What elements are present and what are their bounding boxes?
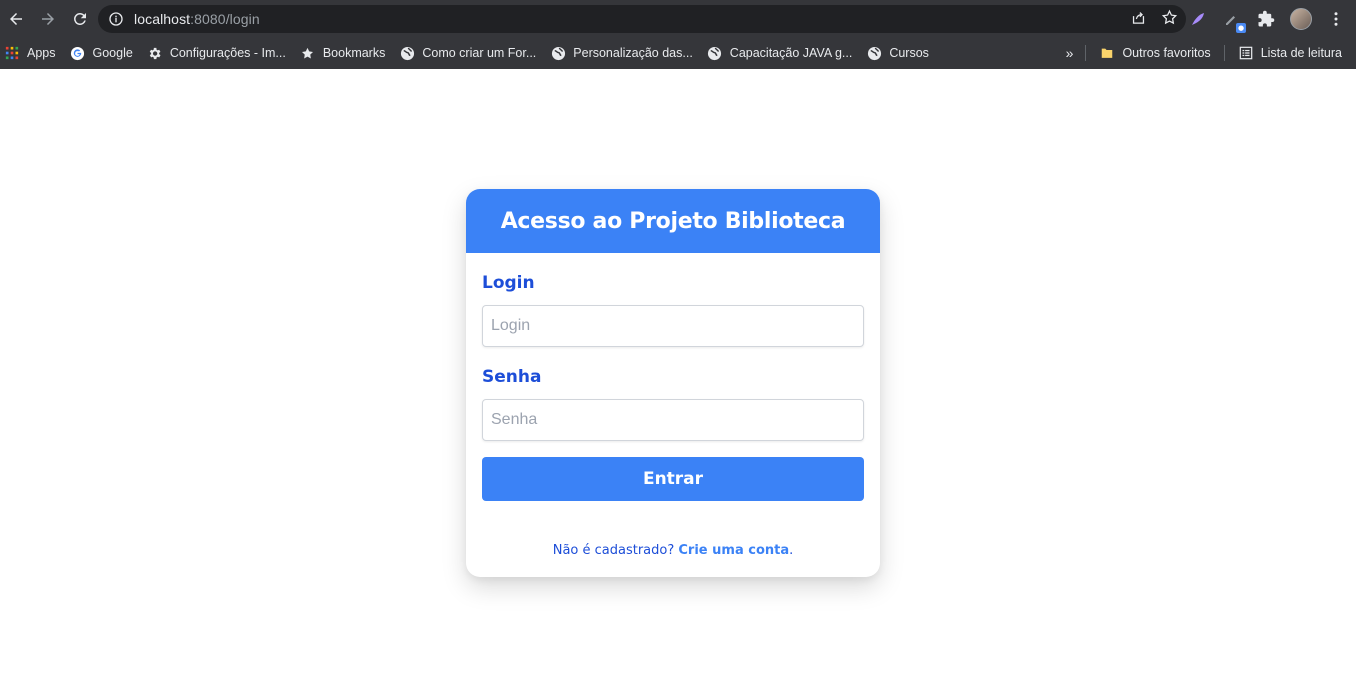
arrow-right-icon: [42, 12, 54, 25]
puzzle-icon[interactable]: [1256, 9, 1276, 29]
password-input[interactable]: [482, 399, 864, 441]
bookmarks-overflow-button[interactable]: »: [1058, 45, 1080, 61]
bookmark-capacitacao-java[interactable]: Capacitação JAVA g...: [700, 39, 860, 67]
bookmark-google[interactable]: Google: [63, 39, 140, 67]
bookmark-label: Lista de leitura: [1260, 46, 1342, 60]
star-icon: [300, 45, 316, 61]
feather-extension-icon[interactable]: [1188, 9, 1208, 29]
globe-icon: [550, 45, 566, 61]
bookmark-label: Google: [92, 46, 133, 60]
bookmark-star-icon[interactable]: [1161, 9, 1178, 26]
login-label: Login: [482, 273, 535, 293]
bookmark-personalizacao[interactable]: Personalização das...: [543, 39, 700, 67]
bookmark-configuracoes[interactable]: Configurações - Im...: [140, 39, 293, 67]
bookmark-label: Configurações - Im...: [169, 46, 286, 60]
back-button[interactable]: [0, 4, 32, 34]
globe-icon: [399, 45, 415, 61]
bookmarks-right-group: » Outros favoritos Lista de leitura: [1058, 37, 1356, 69]
reload-icon: [74, 12, 86, 25]
bookmark-bookmarks[interactable]: Bookmarks: [293, 39, 393, 67]
reload-button[interactable]: [64, 4, 96, 34]
card-header: Acesso ao Projeto Biblioteca: [466, 189, 880, 253]
login-card: Acesso ao Projeto Biblioteca Login Senha…: [466, 189, 880, 577]
pen-extension-icon[interactable]: ●: [1222, 9, 1246, 33]
bookmark-label: Capacitação JAVA g...: [729, 46, 853, 60]
extension-badge: ●: [1236, 23, 1246, 33]
bookmark-label: Como criar um For...: [422, 46, 537, 60]
signup-prompt-text: Não é cadastrado?: [552, 543, 679, 558]
google-icon: [70, 45, 86, 61]
globe-icon: [866, 45, 882, 61]
apps-grid-icon: [4, 45, 20, 61]
url-text: localhost:8080/login: [134, 11, 260, 27]
bookmark-como-criar[interactable]: Como criar um For...: [392, 39, 543, 67]
separator: [1085, 45, 1087, 61]
login-form: Login Senha Entrar Não é cadastrado? Cri…: [466, 253, 880, 577]
profile-avatar[interactable]: [1290, 8, 1312, 30]
login-input[interactable]: [482, 305, 864, 347]
bookmark-label: Bookmarks: [322, 46, 386, 60]
signup-prompt: Não é cadastrado? Crie uma conta.: [466, 543, 880, 558]
bookmark-label: Outros favoritos: [1122, 46, 1211, 60]
signup-suffix: .: [789, 543, 794, 558]
bookmark-apps[interactable]: Apps: [0, 39, 63, 67]
password-label: Senha: [482, 367, 542, 387]
address-bar[interactable]: localhost:8080/login: [98, 5, 1186, 33]
gear-icon: [147, 45, 163, 61]
forward-button[interactable]: [32, 4, 64, 34]
extensions-area: ●: [1188, 5, 1346, 33]
bookmark-label: Personalização das...: [573, 46, 693, 60]
submit-button[interactable]: Entrar: [482, 457, 864, 501]
info-icon[interactable]: [108, 11, 124, 27]
signup-link[interactable]: Crie uma conta: [678, 543, 789, 558]
bookmark-label: Cursos: [889, 46, 929, 60]
arrow-left-icon: [10, 12, 22, 25]
reading-list-icon: [1238, 45, 1254, 61]
page-title: Acesso ao Projeto Biblioteca: [500, 208, 846, 234]
other-favorites-folder[interactable]: Outros favoritos: [1092, 39, 1217, 67]
bookmarks-bar: Apps Google Configurações - Im... Bookma…: [0, 37, 1356, 69]
share-icon[interactable]: [1130, 9, 1147, 26]
bookmark-cursos[interactable]: Cursos: [859, 39, 936, 67]
reading-list-button[interactable]: Lista de leitura: [1231, 39, 1356, 67]
menu-dots-icon[interactable]: [1326, 9, 1346, 29]
browser-toolbar: localhost:8080/login ●: [0, 0, 1356, 37]
bookmark-label: Apps: [27, 46, 56, 60]
separator: [1223, 45, 1225, 61]
folder-icon: [1099, 45, 1115, 61]
globe-icon: [707, 45, 723, 61]
